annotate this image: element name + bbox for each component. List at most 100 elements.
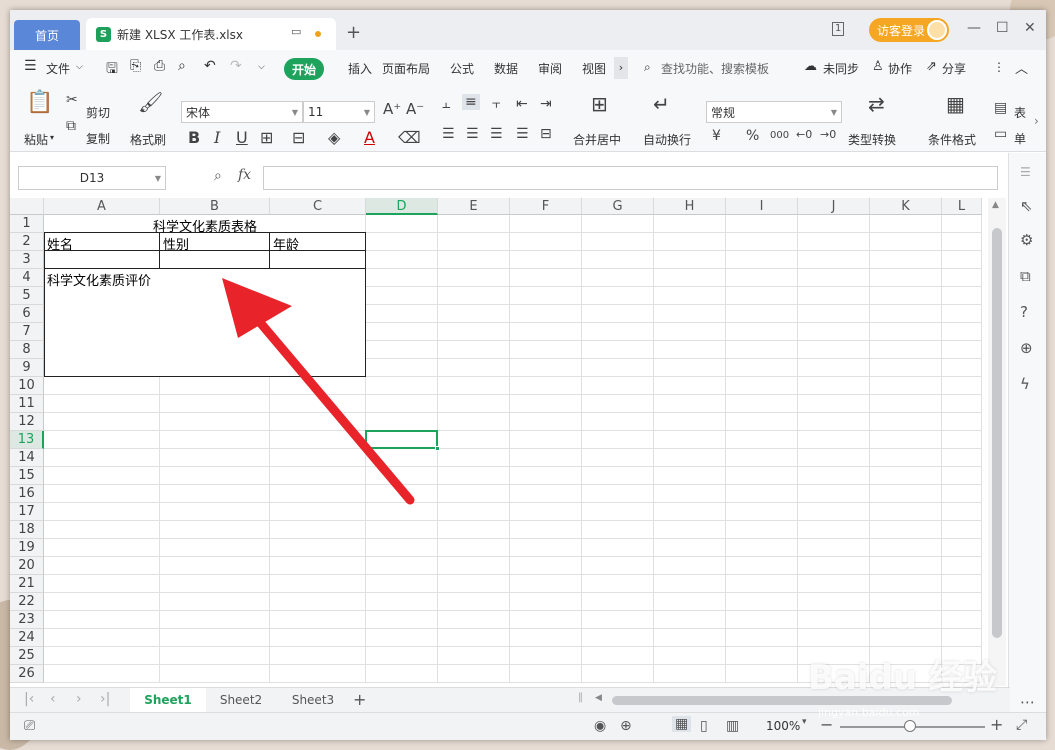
row-header[interactable]: 3 xyxy=(10,251,44,269)
column-header[interactable]: L xyxy=(942,198,982,215)
fx-button[interactable]: fx xyxy=(238,167,251,183)
hamburger-icon[interactable]: ☰ xyxy=(24,58,37,74)
scroll-left-icon[interactable]: ◀ xyxy=(595,693,602,703)
menu-more-chevron-icon[interactable]: › xyxy=(614,57,628,79)
table-style-button[interactable]: 表 xyxy=(1014,104,1026,121)
zoom-chevron-icon[interactable]: ▾ xyxy=(802,717,807,727)
print-preview-icon[interactable]: ⌕ xyxy=(178,58,186,74)
more-options-icon[interactable]: ⋮ xyxy=(993,60,1005,74)
row-header[interactable]: 22 xyxy=(10,593,44,611)
select-all-corner[interactable] xyxy=(10,198,44,215)
page-break-view-icon[interactable]: ▥ xyxy=(726,718,739,734)
fullscreen-icon[interactable]: ⤢ xyxy=(1016,717,1027,733)
menu-insert[interactable]: 插入 xyxy=(348,60,372,77)
menu-start[interactable]: 开始 xyxy=(284,58,324,80)
italic-button[interactable]: I xyxy=(214,128,220,147)
login-button[interactable]: 访客登录 xyxy=(869,18,949,42)
collapse-ribbon-icon[interactable]: ︿ xyxy=(1015,58,1028,77)
distribute-icon[interactable]: ⊟ xyxy=(540,126,552,142)
copy-button[interactable]: 复制 xyxy=(86,130,110,147)
sheet-tab[interactable]: Sheet2 xyxy=(206,688,276,712)
align-left-icon[interactable]: ☰ xyxy=(442,126,455,142)
close-button[interactable]: ✕ xyxy=(1024,20,1036,36)
row-header[interactable]: 23 xyxy=(10,611,44,629)
sidebar-menu-icon[interactable]: ☰ xyxy=(1020,165,1031,179)
menu-review[interactable]: 审阅 xyxy=(538,60,562,77)
ribbon-scroll-right-icon[interactable]: › xyxy=(1034,114,1039,128)
merge-center-button[interactable]: 合并居中 xyxy=(573,131,621,148)
backup-icon[interactable]: ⊕ xyxy=(1020,339,1033,357)
row-header[interactable]: 10 xyxy=(10,377,44,395)
maximize-button[interactable]: ☐ xyxy=(996,20,1009,36)
eye-protection-icon[interactable]: ◉ xyxy=(594,718,606,734)
undo-icon[interactable]: ↶ xyxy=(204,58,216,74)
fill-color-icon[interactable]: ◈ xyxy=(328,128,340,147)
bold-button[interactable]: B xyxy=(188,128,200,147)
font-size-select[interactable]: 11 ▼ xyxy=(303,101,375,123)
normal-view-icon[interactable]: ▦ xyxy=(672,716,692,732)
save-icon[interactable]: 🖫 xyxy=(106,58,118,82)
share-button[interactable]: 分享 xyxy=(942,60,966,77)
currency-button[interactable]: ¥ xyxy=(712,128,721,144)
paste-icon[interactable]: 📋 xyxy=(26,90,53,115)
row-header[interactable]: 16 xyxy=(10,485,44,503)
row-header[interactable]: 15 xyxy=(10,467,44,485)
minimize-button[interactable]: — xyxy=(967,20,981,36)
formula-input[interactable] xyxy=(263,166,998,190)
justify-icon[interactable]: ☰ xyxy=(516,126,529,142)
collab-button[interactable]: 协作 xyxy=(888,60,912,77)
decrease-font-icon[interactable]: A⁻ xyxy=(406,100,424,118)
zoom-level[interactable]: 100% xyxy=(766,719,800,733)
decrease-indent-icon[interactable]: ⇤ xyxy=(516,96,528,112)
row-header[interactable]: 6 xyxy=(10,305,44,323)
column-header[interactable]: I xyxy=(726,198,798,215)
row-header[interactable]: 17 xyxy=(10,503,44,521)
row-header[interactable]: 9 xyxy=(10,359,44,377)
row-header[interactable]: 7 xyxy=(10,323,44,341)
scroll-up-icon[interactable]: ▲ xyxy=(992,200,999,210)
row-header[interactable]: 8 xyxy=(10,341,44,359)
clear-format-icon[interactable]: ⌫ xyxy=(398,128,421,147)
zoom-slider-handle[interactable] xyxy=(904,720,916,732)
underline-button[interactable]: U xyxy=(236,128,248,147)
column-header[interactable]: H xyxy=(654,198,726,215)
column-header[interactable]: K xyxy=(870,198,942,215)
format-painter-button[interactable]: 格式刷 xyxy=(130,131,166,148)
redo-icon[interactable]: ↷ xyxy=(230,58,242,74)
font-name-select[interactable]: 宋体 ▼ xyxy=(181,101,303,123)
row-header[interactable]: 20 xyxy=(10,557,44,575)
menu-view[interactable]: 视图 xyxy=(582,60,606,77)
fill-handle[interactable] xyxy=(435,446,440,451)
zoom-in-icon[interactable]: + xyxy=(990,715,1003,734)
conditional-format-button[interactable]: 条件格式 xyxy=(928,131,976,148)
increase-decimal-icon[interactable]: ←0 xyxy=(796,128,812,141)
sheet-tab[interactable]: Sheet1 xyxy=(130,688,206,712)
align-center-icon[interactable]: ☰ xyxy=(466,126,479,142)
paste-button[interactable]: 粘贴 xyxy=(24,131,48,148)
increase-indent-icon[interactable]: ⇥ xyxy=(540,96,552,112)
tab-home[interactable]: 首页 xyxy=(14,20,80,50)
cut-button[interactable]: 剪切 xyxy=(86,104,110,121)
help-icon[interactable]: ? xyxy=(1020,303,1028,321)
row-header[interactable]: 25 xyxy=(10,647,44,665)
crop-icon[interactable]: ⧉ xyxy=(1020,267,1031,285)
export-pdf-icon[interactable]: ⎘ xyxy=(130,58,141,74)
page-layout-view-icon[interactable]: ▯ xyxy=(700,718,708,734)
cell-style-icon[interactable]: ⊟ xyxy=(292,128,305,147)
cell-button[interactable]: 单 xyxy=(1014,130,1026,147)
menu-data[interactable]: 数据 xyxy=(494,60,518,77)
add-sheet-icon[interactable]: + xyxy=(353,690,366,709)
new-tab-button[interactable]: + xyxy=(346,22,361,43)
decrease-decimal-icon[interactable]: →0 xyxy=(820,128,836,141)
sync-status[interactable]: 未同步 xyxy=(823,60,859,77)
first-sheet-icon[interactable]: |‹ xyxy=(24,691,34,707)
wrap-text-button[interactable]: 自动换行 xyxy=(643,131,691,148)
row-header[interactable]: 24 xyxy=(10,629,44,647)
row-header[interactable]: 21 xyxy=(10,575,44,593)
sheet-tab[interactable]: Sheet3 xyxy=(278,688,348,712)
scrollbar-thumb[interactable] xyxy=(992,228,1002,638)
row-header[interactable]: 1 xyxy=(10,215,44,233)
align-right-icon[interactable]: ☰ xyxy=(490,126,503,142)
align-middle-icon[interactable]: ≡ xyxy=(462,94,480,110)
row-header[interactable]: 2 xyxy=(10,233,44,251)
